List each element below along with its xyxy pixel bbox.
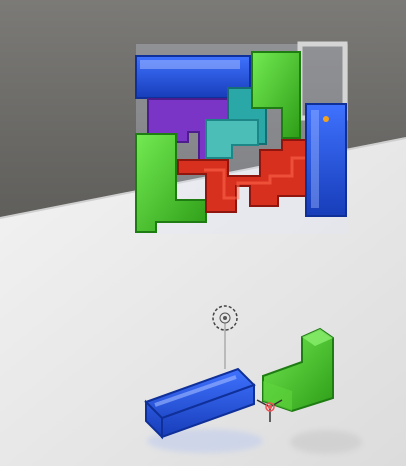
blue-right-shine — [311, 110, 319, 208]
green-piece-shadow — [290, 430, 362, 454]
puzzle-board[interactable] — [135, 41, 348, 234]
3d-viewport[interactable] — [0, 0, 406, 466]
blue-top-piece-shine — [140, 60, 240, 69]
highlight-marker[interactable] — [323, 116, 329, 122]
scene-canvas[interactable] — [0, 0, 406, 466]
